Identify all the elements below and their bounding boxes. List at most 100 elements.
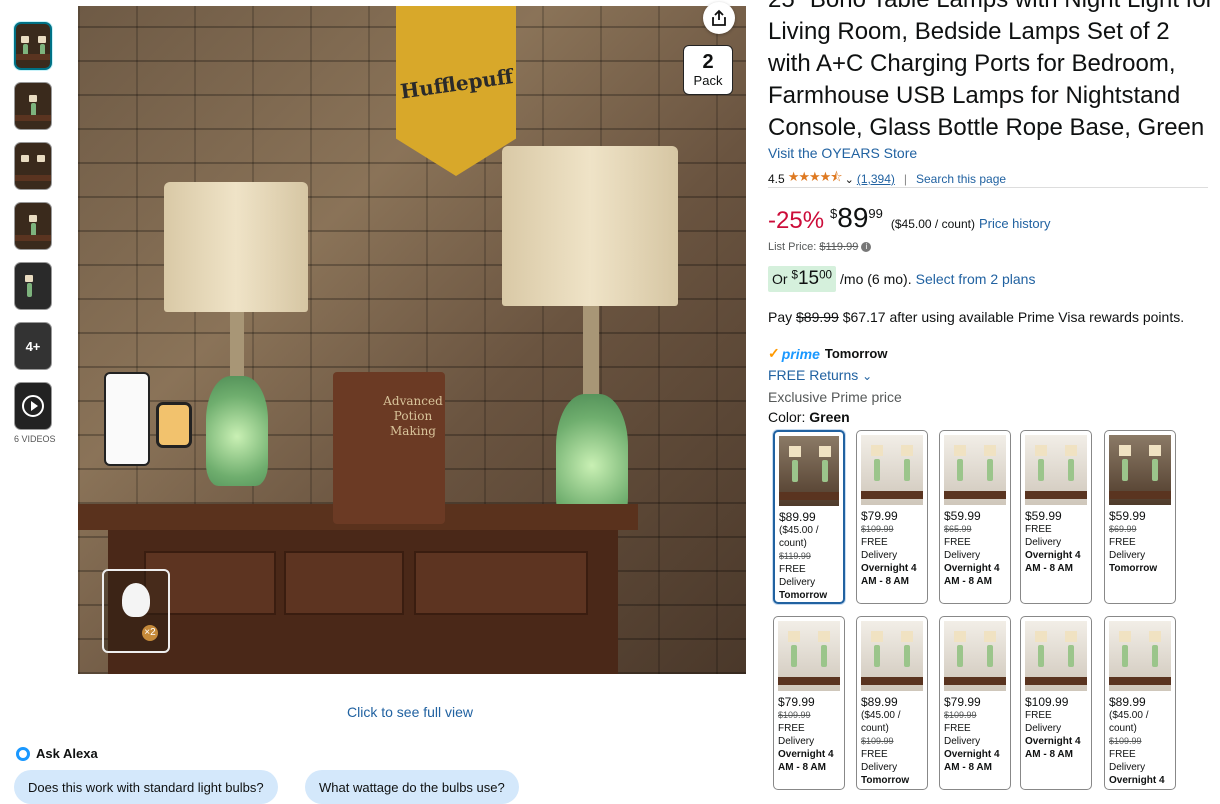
color-swatch-9[interactable]: $109.99 FREE Delivery Overnight 4 AM - 8 A… xyxy=(1020,616,1092,790)
more-images-label: 4+ xyxy=(25,338,41,354)
swatch-per-count: ($45.00 / count) xyxy=(779,525,819,549)
book-text: Advanced Potion Making xyxy=(383,394,443,438)
plan-fraction: 00 xyxy=(819,268,833,282)
swatch-image xyxy=(861,435,923,505)
swatch-delivery: FREE Delivery xyxy=(779,564,816,588)
plan-term: /mo (6 mo). xyxy=(840,271,912,287)
swatch-image xyxy=(1109,435,1171,505)
free-returns-label: FREE Returns xyxy=(768,367,859,383)
color-swatch-10[interactable]: $89.99 ($45.00 / count) $109.99 FREE Delive… xyxy=(1104,616,1176,790)
more-images-button[interactable]: 4+ xyxy=(14,322,52,370)
thumbnail-1[interactable] xyxy=(14,22,52,70)
price-history-link[interactable]: Price history xyxy=(979,216,1051,231)
rating-count-link[interactable]: (1,394) xyxy=(857,172,895,186)
swatch-delivery-time: Overnight 4 AM - 8 AM xyxy=(944,563,1000,587)
color-swatch-2[interactable]: $79.99 $109.99 FREE Delivery Overnight 4 AM… xyxy=(856,430,928,604)
thumbnail-3[interactable] xyxy=(14,142,52,190)
thumbnail-strip: 4+ xyxy=(14,22,54,442)
swatch-details: $109.99 FREE Delivery Overnight 4 AM - 8 A… xyxy=(1021,691,1091,761)
play-icon xyxy=(22,395,44,417)
search-page-link[interactable]: Search this page xyxy=(916,172,1006,186)
swatch-details: $89.99 ($45.00 / count) $109.99 FREE Delive… xyxy=(1105,691,1175,790)
drawer xyxy=(284,551,404,615)
lamp-shade-right xyxy=(502,146,678,306)
thumbnail-4[interactable] xyxy=(14,202,52,250)
thumbnail-2[interactable] xyxy=(14,82,52,130)
pay-prefix: Pay xyxy=(768,309,793,325)
alexa-question-1[interactable]: Does this work with standard light bulbs… xyxy=(14,770,278,804)
pay-suffix: $67.17 after using available Prime Visa … xyxy=(842,309,1185,325)
free-returns-link[interactable]: FREE Returns ⌄ xyxy=(768,367,872,383)
prime-delivery-day: Tomorrow xyxy=(824,346,888,361)
share-button[interactable] xyxy=(703,2,735,34)
pack-label: Pack xyxy=(693,73,723,88)
price-fraction: 99 xyxy=(868,206,883,221)
swatch-image xyxy=(778,621,840,691)
product-title: 25" Boho Table Lamps with Night Light fo… xyxy=(768,0,1214,141)
swatch-delivery: FREE Delivery xyxy=(944,537,981,561)
share-icon xyxy=(712,9,726,26)
list-price-value: $119.99 xyxy=(819,241,859,253)
swatch-price: $59.99 xyxy=(1109,509,1146,523)
watch-image xyxy=(156,402,192,448)
swatch-details: $79.99 $109.99 FREE Delivery Overnight 4 AM… xyxy=(940,691,1010,774)
color-swatch-1[interactable]: $89.99 ($45.00 / count) $119.99 FREE Delive… xyxy=(773,430,845,604)
swatch-details: $79.99 $109.99 FREE Delivery Overnight 4 AM… xyxy=(774,691,844,774)
price-per-count: ($45.00 / count) xyxy=(890,217,975,231)
color-swatch-8[interactable]: $79.99 $109.99 FREE Delivery Overnight 4 AM… xyxy=(939,616,1011,790)
thumbnail-5[interactable] xyxy=(14,262,52,310)
bulb-icon xyxy=(122,583,150,617)
swatch-image xyxy=(944,435,1006,505)
swatch-list-price: $65.99 xyxy=(944,524,972,534)
full-view-link[interactable]: Click to see full view xyxy=(347,704,473,720)
video-thumbnail[interactable] xyxy=(14,382,52,430)
color-swatch-4[interactable]: $59.99 FREE Delivery Overnight 4 AM - 8 AM xyxy=(1020,430,1092,604)
color-swatch-6[interactable]: $79.99 $109.99 FREE Delivery Overnight 4 AM… xyxy=(773,616,845,790)
swatch-delivery-time: Overnight 4 AM - 8 AM xyxy=(1025,736,1081,760)
chevron-down-icon: ⌄ xyxy=(862,369,873,383)
bulb-inset: ×2 xyxy=(102,569,170,653)
swatch-price: $59.99 xyxy=(944,509,981,523)
swatch-price: $89.99 xyxy=(861,695,898,709)
store-link[interactable]: Visit the OYEARS Store xyxy=(768,145,917,161)
swatch-details: $89.99 ($45.00 / count) $119.99 FREE Delive… xyxy=(775,506,843,602)
swatch-delivery: FREE Delivery xyxy=(861,749,898,773)
swatch-list-price: $109.99 xyxy=(1109,736,1142,746)
lamp-bottle-left xyxy=(206,376,268,486)
swatch-price: $79.99 xyxy=(944,695,981,709)
pay-original: $89.99 xyxy=(796,309,839,325)
price-whole: 89 xyxy=(837,202,869,233)
color-swatch-3[interactable]: $59.99 $65.99 FREE Delivery Overnight 4 AM … xyxy=(939,430,1011,604)
swatch-image xyxy=(779,436,839,506)
swatch-price: $59.99 xyxy=(1025,509,1062,523)
main-product-image[interactable]: Hufflepuff Advanced Potion Making ×2 xyxy=(78,6,746,674)
swatch-delivery: FREE Delivery xyxy=(944,723,981,747)
info-icon[interactable]: i xyxy=(861,242,872,253)
swatch-list-price: $109.99 xyxy=(861,524,894,534)
swatch-delivery-time: Overnight 4 AM - 8 AM xyxy=(1025,550,1081,574)
phone-image xyxy=(104,372,150,466)
prime-check-icon: ✓ xyxy=(768,345,780,361)
swatch-details: $79.99 $109.99 FREE Delivery Overnight 4 AM… xyxy=(857,505,927,588)
prime-logo: prime xyxy=(781,345,820,362)
swatch-details: $59.99 FREE Delivery Overnight 4 AM - 8 AM xyxy=(1021,505,1091,575)
alexa-question-2[interactable]: What wattage do the bulbs use? xyxy=(305,770,519,804)
rewards-row: Pay $89.99 $67.17 after using available … xyxy=(768,309,1184,325)
list-price-label: List Price: xyxy=(768,241,817,253)
plan-price-pill: Or $1500 xyxy=(768,266,837,292)
color-swatch-5[interactable]: $59.99 $69.99 FREE Delivery Tomorrow xyxy=(1104,430,1176,604)
swatch-delivery-time: Overnight 4 AM - 8 AM xyxy=(861,563,917,587)
select-plan-link[interactable]: Select from 2 plans xyxy=(916,271,1036,287)
swatch-delivery: FREE Delivery xyxy=(1025,524,1062,548)
payment-plan-row: Or $1500 /mo (6 mo). Select from 2 plans xyxy=(768,266,1035,292)
exclusive-price-text: Exclusive Prime price xyxy=(768,389,902,405)
color-swatch-7[interactable]: $89.99 ($45.00 / count) $109.99 FREE Delive… xyxy=(856,616,928,790)
swatch-price: $89.99 xyxy=(779,510,816,524)
swatch-delivery-time: Tomorrow xyxy=(779,590,828,601)
chevron-down-icon[interactable]: ⌄ xyxy=(845,173,854,186)
divider: | xyxy=(903,172,907,186)
pack-number: 2 xyxy=(702,51,714,73)
divider xyxy=(768,187,1208,188)
swatch-image xyxy=(1025,435,1087,505)
pack-badge: 2 Pack xyxy=(683,45,733,95)
